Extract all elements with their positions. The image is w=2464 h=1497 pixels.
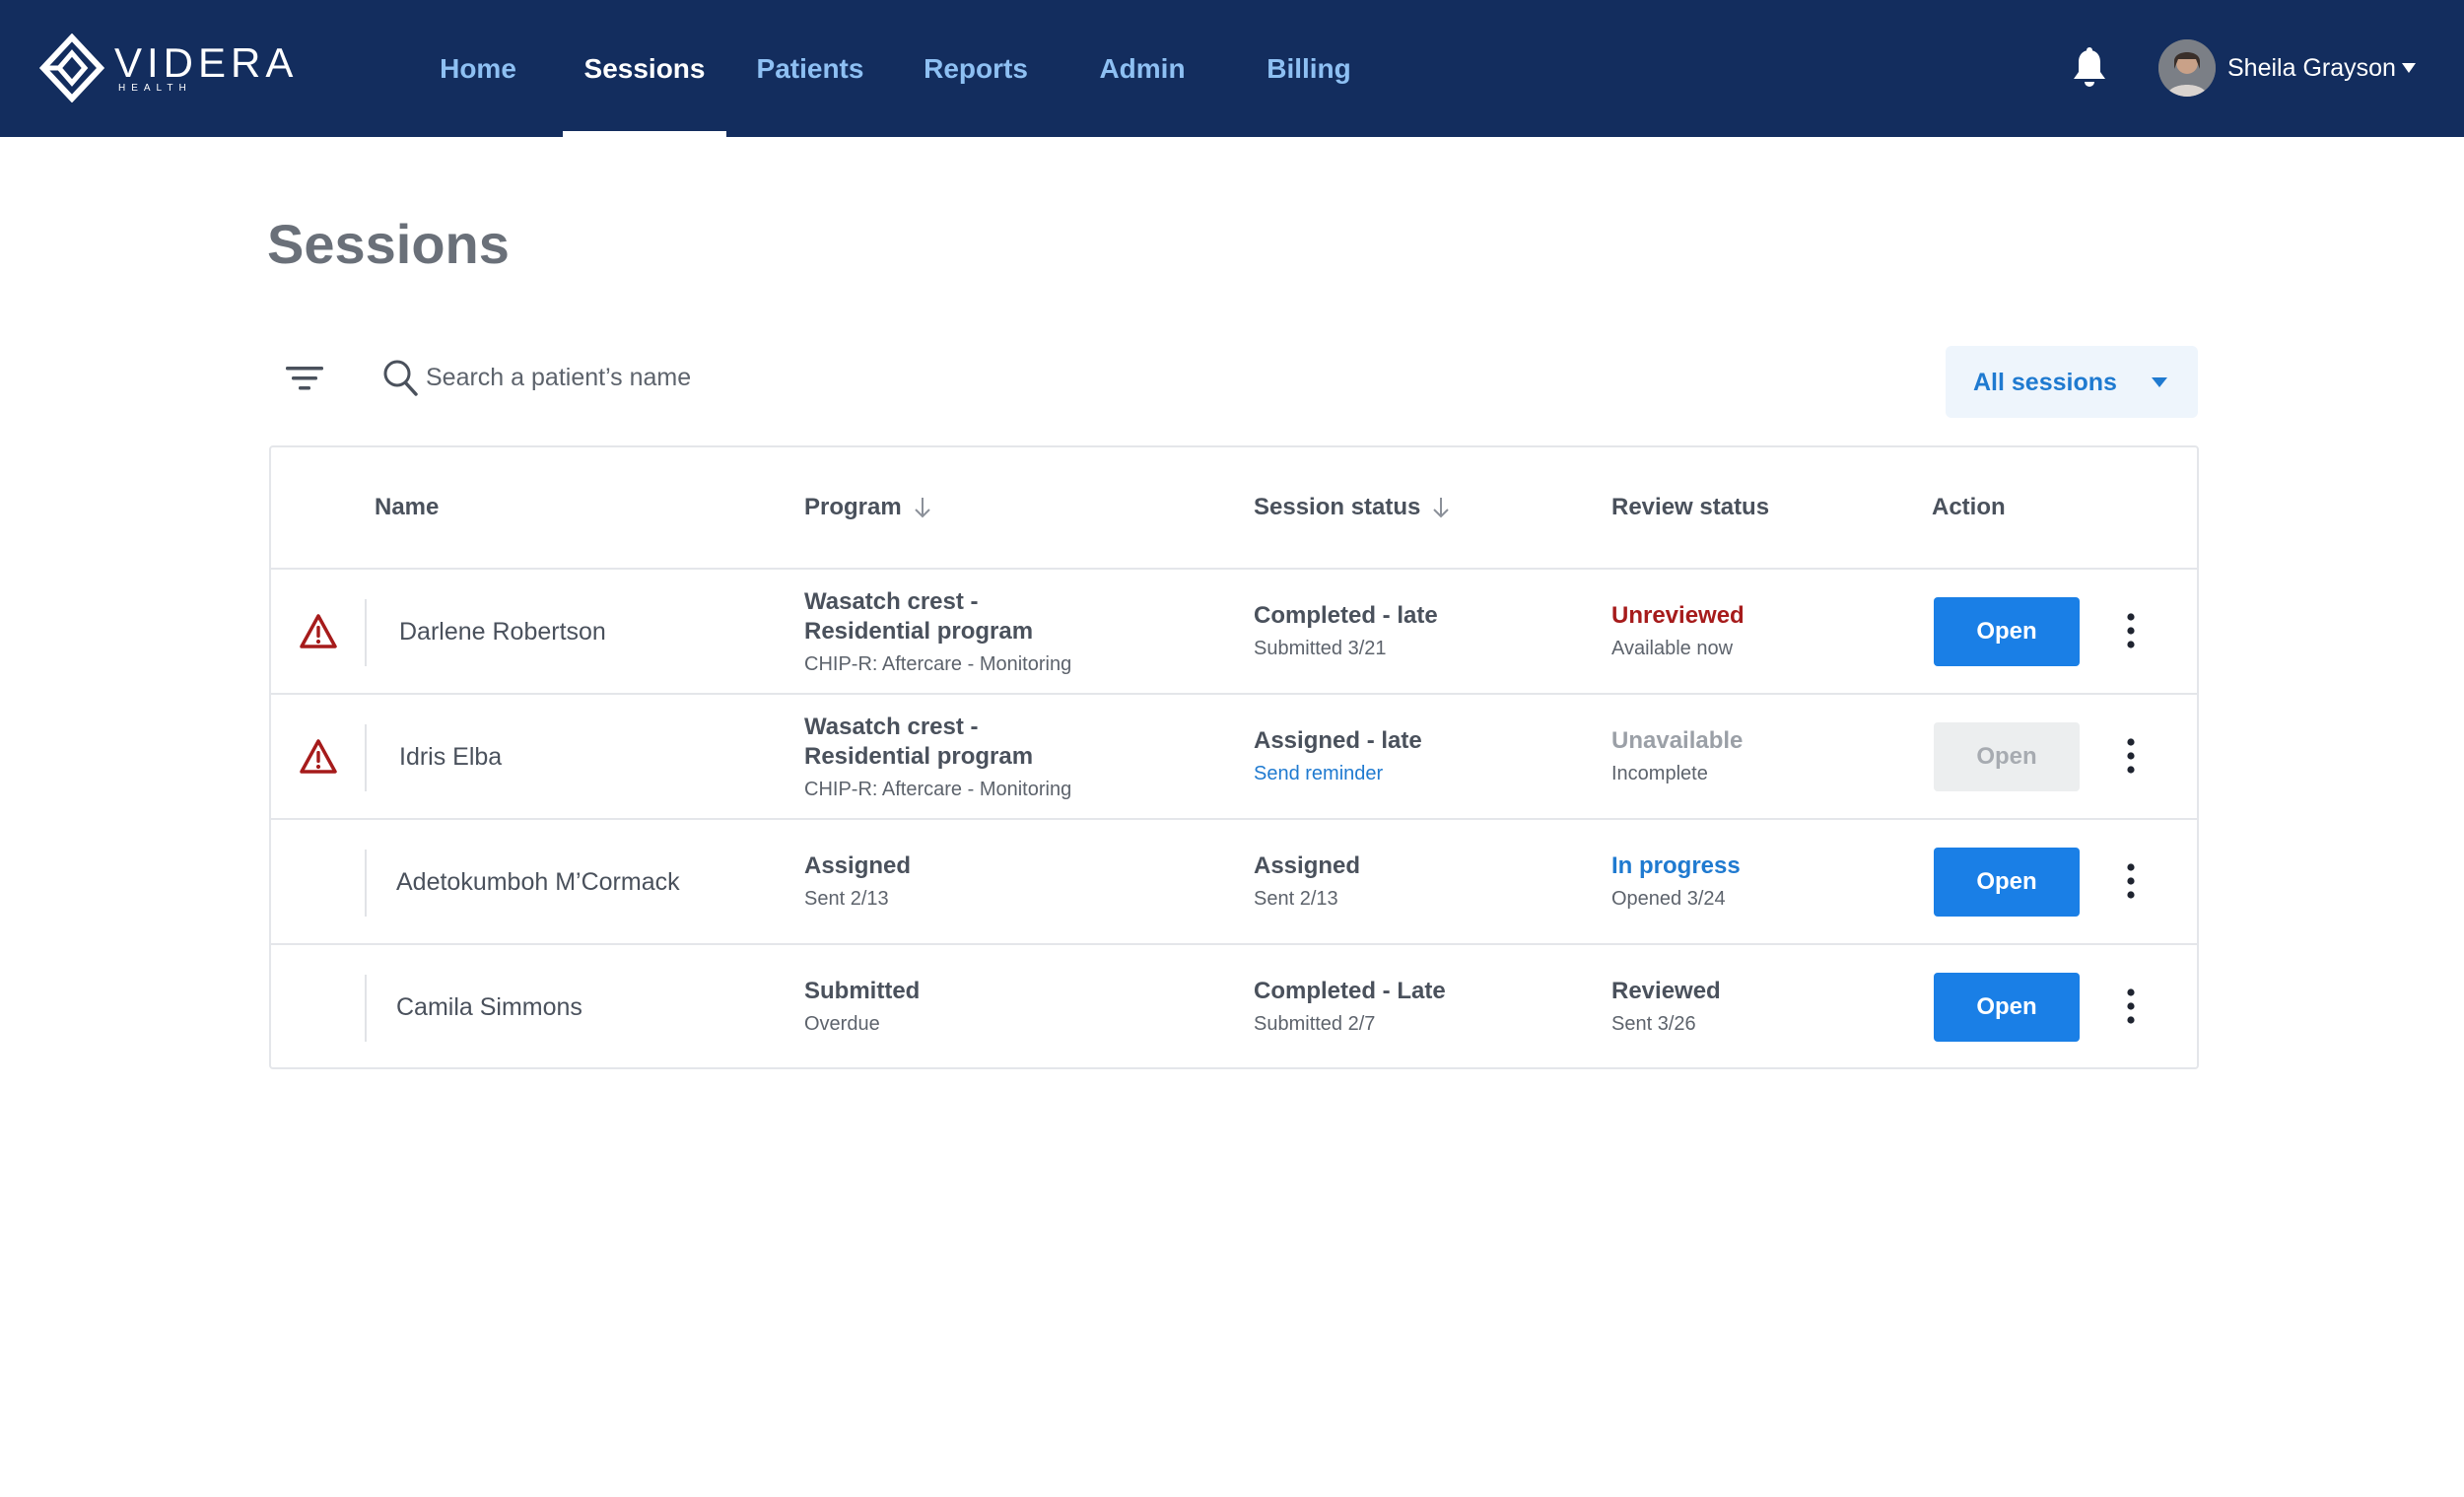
session-status-primary: Assigned - late bbox=[1254, 727, 1422, 754]
column-header-label: Session status bbox=[1254, 494, 1421, 520]
table-header: Name Program Session status Review statu… bbox=[271, 447, 2197, 570]
review-status-cell: Unreviewed Available now bbox=[1611, 601, 1745, 662]
patient-name[interactable]: Darlene Robertson bbox=[399, 615, 606, 648]
column-header-label: Review status bbox=[1611, 494, 1770, 520]
column-header-program[interactable]: Program bbox=[804, 447, 931, 568]
brand-name: VIDERA bbox=[114, 39, 299, 86]
page-title: Sessions bbox=[267, 213, 510, 275]
session-status-cell: Assigned Sent 2/13 bbox=[1254, 851, 1360, 913]
review-status-secondary: Opened 3/24 bbox=[1611, 888, 1726, 910]
review-status-primary: Unreviewed bbox=[1611, 602, 1745, 629]
chevron-down-icon[interactable] bbox=[2401, 61, 2417, 75]
column-header-label: Name bbox=[375, 494, 440, 520]
program-secondary: CHIP-R: Aftercare - Monitoring bbox=[804, 779, 1072, 800]
review-status-primary: Reviewed bbox=[1611, 978, 1721, 1004]
bell-icon[interactable] bbox=[2070, 47, 2109, 91]
nav-item-reports[interactable]: Reports bbox=[915, 0, 1037, 137]
row-divider bbox=[365, 599, 367, 666]
search-input[interactable] bbox=[426, 357, 1116, 398]
table-row[interactable]: Camila Simmons Submitted Overdue Complet… bbox=[271, 945, 2197, 1070]
table-row[interactable]: Adetokumboh M’Cormack Assigned Sent 2/13… bbox=[271, 820, 2197, 945]
program-cell: Assigned Sent 2/13 bbox=[804, 851, 911, 913]
kebab-icon[interactable] bbox=[2124, 987, 2138, 1026]
active-tab-indicator bbox=[563, 131, 726, 137]
patient-name[interactable]: Camila Simmons bbox=[396, 990, 582, 1024]
session-status-cell: Completed - late Submitted 3/21 bbox=[1254, 601, 1438, 662]
row-divider bbox=[365, 850, 367, 917]
program-primary: Submitted bbox=[804, 978, 921, 1004]
row-divider bbox=[365, 724, 367, 791]
review-status-secondary: Sent 3/26 bbox=[1611, 1013, 1696, 1035]
kebab-icon[interactable] bbox=[2124, 861, 2138, 901]
program-primary: Wasatch crest - Residential program bbox=[804, 714, 1034, 770]
review-status-primary: Unavailable bbox=[1611, 727, 1744, 754]
review-status-secondary: Available now bbox=[1611, 638, 1734, 659]
session-status-cell: Completed - Late Submitted 2/7 bbox=[1254, 977, 1446, 1038]
nav-item-billing[interactable]: Billing bbox=[1254, 0, 1364, 137]
warning-icon bbox=[300, 739, 337, 774]
session-status-secondary: Sent 2/13 bbox=[1254, 888, 1338, 910]
program-cell: Wasatch crest - Residential program CHIP… bbox=[804, 713, 1100, 803]
avatar-photo bbox=[2158, 39, 2216, 97]
column-header-review-status[interactable]: Review status bbox=[1611, 447, 1769, 568]
arrow-down-icon bbox=[1433, 498, 1450, 518]
session-filter-value: All sessions bbox=[1973, 369, 2117, 396]
program-secondary: Sent 2/13 bbox=[804, 888, 889, 910]
program-secondary: CHIP-R: Aftercare - Monitoring bbox=[804, 653, 1072, 675]
row-divider bbox=[365, 975, 367, 1042]
brand-logo[interactable]: VIDERA HEALTH bbox=[39, 34, 293, 102]
patient-name[interactable]: Adetokumboh M’Cormack bbox=[396, 865, 680, 899]
session-status-secondary: Submitted 3/21 bbox=[1254, 638, 1387, 659]
session-filter-select[interactable]: All sessions bbox=[1946, 346, 2198, 418]
patient-name[interactable]: Idris Elba bbox=[399, 740, 502, 774]
review-status-secondary: Incomplete bbox=[1611, 763, 1708, 784]
search-icon bbox=[383, 360, 418, 396]
column-header-session-status[interactable]: Session status bbox=[1254, 447, 1450, 568]
session-status-primary: Assigned bbox=[1254, 852, 1361, 879]
open-button[interactable]: Open bbox=[1934, 597, 2080, 666]
nav-item-sessions[interactable]: Sessions bbox=[563, 0, 726, 137]
column-header-action: Action bbox=[1932, 447, 2006, 568]
session-status-cell: Assigned - late Send reminder bbox=[1254, 726, 1422, 787]
table-row[interactable]: Darlene Robertson Wasatch crest - Reside… bbox=[271, 570, 2197, 695]
arrow-down-icon bbox=[914, 498, 930, 518]
kebab-icon[interactable] bbox=[2124, 736, 2138, 776]
column-header-label: Action bbox=[1932, 494, 2006, 520]
chevron-down-icon bbox=[2152, 377, 2167, 387]
review-status-primary: In progress bbox=[1611, 852, 1741, 879]
nav-item-patients[interactable]: Patients bbox=[749, 0, 871, 137]
nav-item-home[interactable]: Home bbox=[426, 0, 530, 137]
filter-icon[interactable] bbox=[284, 363, 325, 394]
brand-subtitle: HEALTH bbox=[118, 83, 192, 94]
program-cell: Wasatch crest - Residential program CHIP… bbox=[804, 587, 1100, 678]
session-status-primary: Completed - late bbox=[1254, 602, 1438, 629]
program-cell: Submitted Overdue bbox=[804, 977, 920, 1038]
table-row[interactable]: Idris Elba Wasatch crest - Residential p… bbox=[271, 695, 2197, 820]
kebab-icon[interactable] bbox=[2124, 611, 2138, 650]
sessions-table: Name Program Session status Review statu… bbox=[269, 445, 2199, 1069]
review-status-cell: Reviewed Sent 3/26 bbox=[1611, 977, 1721, 1038]
review-status-cell: Unavailable Incomplete bbox=[1611, 726, 1743, 787]
top-navigation-bar: VIDERA HEALTH Home Sessions Patients Rep… bbox=[0, 0, 2464, 137]
logo-mark-icon bbox=[39, 34, 104, 102]
session-status-secondary: Submitted 2/7 bbox=[1254, 1013, 1376, 1035]
open-button-disabled: Open bbox=[1934, 722, 2080, 791]
open-button[interactable]: Open bbox=[1934, 848, 2080, 917]
nav-item-admin[interactable]: Admin bbox=[1084, 0, 1200, 137]
program-secondary: Overdue bbox=[804, 1013, 880, 1035]
program-primary: Wasatch crest - Residential program bbox=[804, 588, 1034, 645]
open-button[interactable]: Open bbox=[1934, 973, 2080, 1042]
column-header-name[interactable]: Name bbox=[375, 447, 439, 568]
send-reminder-link[interactable]: Send reminder bbox=[1254, 760, 1422, 787]
column-header-label: Program bbox=[804, 494, 902, 520]
user-name[interactable]: Sheila Grayson bbox=[2227, 51, 2396, 85]
session-status-primary: Completed - Late bbox=[1254, 978, 1446, 1004]
avatar[interactable] bbox=[2158, 39, 2216, 97]
program-primary: Assigned bbox=[804, 852, 912, 879]
review-status-cell: In progress Opened 3/24 bbox=[1611, 851, 1741, 913]
warning-icon bbox=[300, 614, 337, 648]
